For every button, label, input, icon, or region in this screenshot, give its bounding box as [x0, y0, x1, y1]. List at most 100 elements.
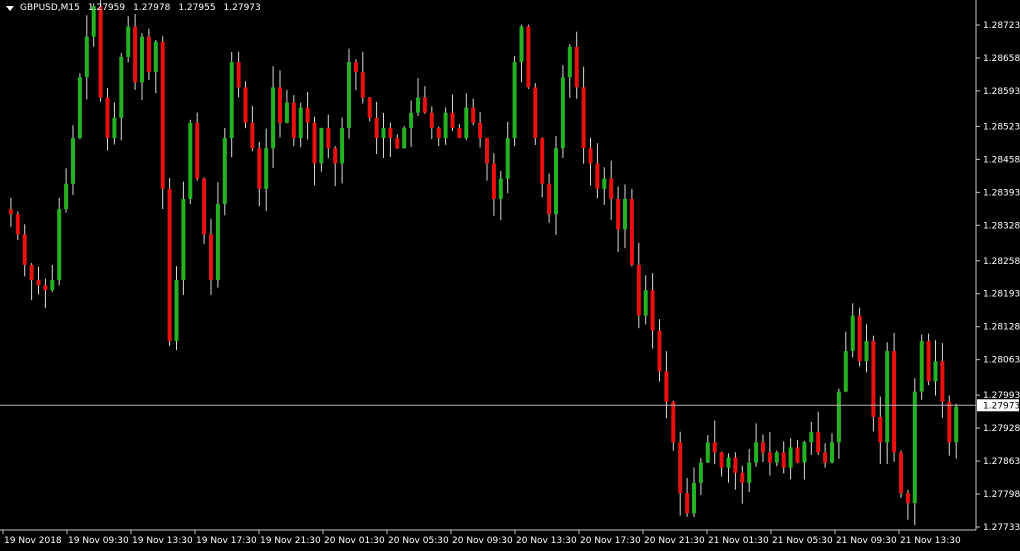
bull-candle: [119, 56, 124, 118]
bull-candle: [284, 102, 289, 123]
bear-candle: [657, 330, 662, 372]
bear-candle: [533, 87, 538, 139]
price-tick-label: 1.28393: [983, 188, 1020, 198]
bear-candle: [29, 264, 34, 281]
bear-candle: [795, 447, 800, 463]
bull-candle: [864, 340, 869, 362]
time-tick-label: 19 Nov 09:30: [68, 536, 129, 546]
bear-candle: [312, 122, 317, 164]
price-tick-label: 1.28523: [983, 122, 1020, 132]
bear-candle: [767, 452, 772, 463]
dropdown-caret-icon[interactable]: [6, 5, 14, 11]
bear-candle: [36, 280, 41, 286]
bull-candle: [174, 280, 179, 341]
bull-candle: [843, 351, 848, 392]
time-tick-label: 20 Nov 17:30: [580, 536, 641, 546]
bear-candle: [485, 138, 489, 164]
bear-candle: [209, 234, 213, 281]
bear-candle: [388, 127, 393, 139]
bear-candle: [257, 148, 262, 189]
price-tick-label: 1.27733: [983, 523, 1020, 533]
low-value: 1.27955: [178, 3, 216, 13]
bear-candle: [650, 290, 655, 331]
high-value: 1.27978: [133, 3, 171, 13]
bear-candle: [761, 442, 765, 453]
bull-candle: [623, 198, 627, 230]
bear-candle: [278, 87, 282, 123]
price-tick-label: 1.28458: [983, 155, 1020, 165]
bear-candle: [395, 138, 400, 149]
axes-layer: 1.28723 1.28658 1.28593 1.28523 1.28458 1.283…: [0, 0, 1020, 546]
bull-candle: [416, 97, 420, 113]
bull-candle: [809, 432, 814, 443]
open-value: 1.27959: [87, 3, 126, 13]
bear-candle: [823, 452, 828, 463]
bear-candle: [160, 41, 165, 189]
bear-candle: [609, 178, 614, 199]
bull-candle: [140, 36, 144, 83]
bull-candle: [774, 452, 779, 463]
time-tick-label: 19 Nov 17:30: [196, 536, 257, 546]
price-tick-label: 1.28063: [983, 356, 1020, 366]
bear-candle: [629, 198, 634, 265]
bear-candle: [616, 198, 621, 230]
bull-candle: [71, 138, 75, 184]
bull-candle: [153, 41, 158, 73]
bull-candle: [830, 442, 834, 463]
time-tick-label: 21 Nov 05:30: [772, 536, 833, 546]
bull-candle: [754, 442, 759, 463]
bull-candle: [409, 112, 414, 128]
bear-candle: [243, 87, 248, 123]
bear-candle: [719, 452, 724, 468]
bear-candle: [581, 87, 586, 149]
bear-candle: [636, 264, 641, 316]
price-tick-label: 1.28328: [983, 221, 1020, 231]
price-tick-label: 1.28658: [983, 54, 1020, 64]
bear-candle: [305, 107, 310, 123]
bull-candle: [802, 442, 807, 463]
bear-candle: [892, 351, 897, 453]
bull-candle: [912, 391, 917, 504]
bear-candle: [353, 62, 358, 73]
bull-candle: [112, 117, 117, 139]
bull-candle: [64, 183, 69, 210]
bull-candle: [347, 62, 351, 128]
bull-candle: [340, 127, 345, 164]
bull-candle: [512, 62, 517, 139]
bear-candle: [878, 416, 883, 443]
bear-candle: [588, 148, 593, 164]
bear-candle: [457, 127, 462, 139]
bull-candle: [885, 351, 890, 443]
bull-candle: [602, 178, 607, 189]
bull-candle: [933, 361, 938, 382]
bull-candle: [57, 209, 62, 281]
bear-candle: [146, 36, 151, 73]
price-tick-label: 1.28723: [983, 21, 1020, 31]
bull-candle: [698, 462, 703, 483]
bull-candle: [319, 127, 324, 164]
bear-candle: [422, 97, 427, 113]
price-ticks: 1.28723 1.28658 1.28593 1.28523 1.28458 1.283…: [976, 21, 1020, 533]
bull-candle: [381, 127, 386, 139]
bear-candle: [478, 122, 483, 139]
bear-candle: [250, 122, 255, 149]
time-tick-label: 20 Nov 01:30: [324, 536, 385, 546]
bear-candle: [195, 122, 200, 179]
bear-candle: [671, 401, 676, 443]
bear-candle: [133, 26, 138, 83]
bull-candle: [464, 107, 469, 139]
bear-candle: [905, 493, 910, 504]
bear-candle: [712, 442, 717, 453]
bear-candle: [471, 107, 476, 123]
time-tick-label: 21 Nov 13:30: [900, 536, 961, 546]
bear-candle: [15, 214, 20, 235]
bull-candle: [50, 280, 55, 291]
bull-candle: [788, 447, 793, 468]
bull-candle: [850, 315, 855, 352]
bull-candle: [215, 203, 220, 281]
bear-candle: [816, 432, 821, 453]
time-tick-label: 20 Nov 09:30: [452, 536, 513, 546]
bear-candle: [167, 188, 172, 341]
close-value: 1.27973: [223, 3, 261, 13]
price-chart[interactable]: 1.28723 1.28658 1.28593 1.28523 1.28458 1.283…: [0, 0, 1020, 551]
